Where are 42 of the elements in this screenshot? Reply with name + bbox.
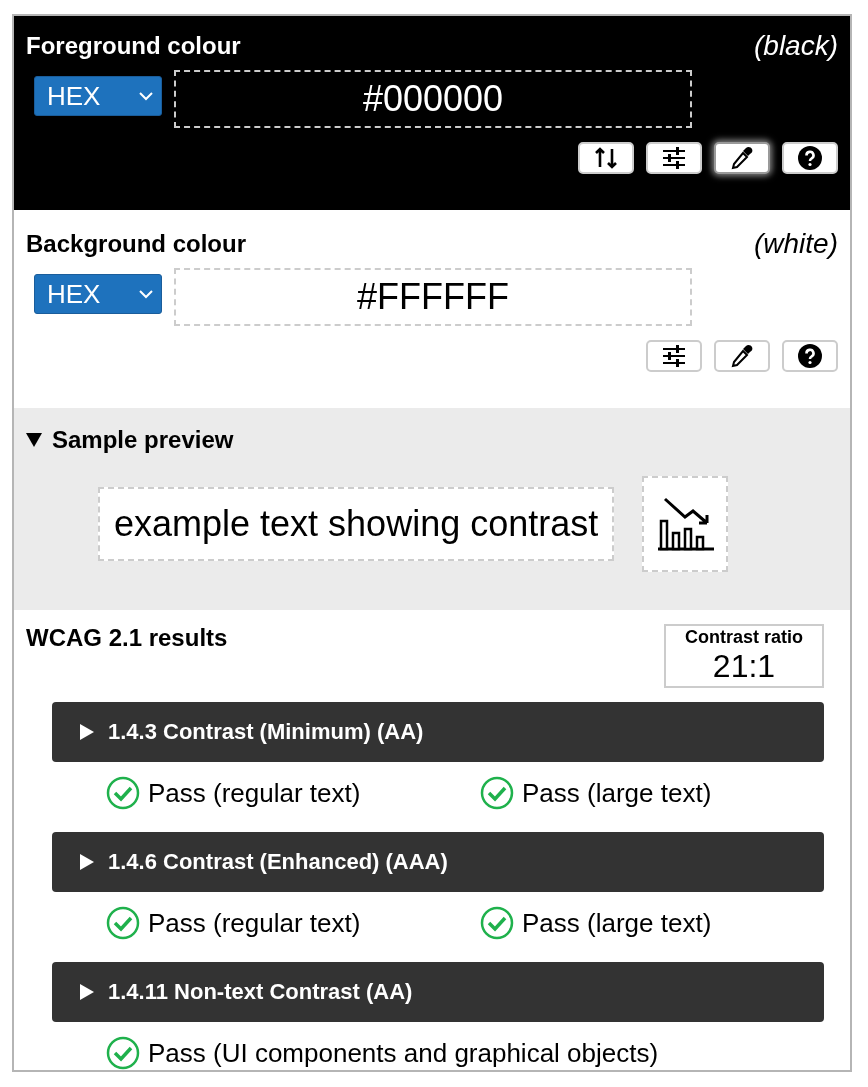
criterion-header[interactable]: 1.4.3 Contrast (Minimum) (AA) (52, 702, 824, 762)
help-icon (797, 145, 823, 171)
help-icon (797, 343, 823, 369)
check-result: Pass (UI components and graphical objects) (148, 1037, 659, 1069)
eyedropper-button[interactable] (714, 142, 770, 174)
help-button[interactable] (782, 340, 838, 372)
format-dropdown[interactable]: HEX (34, 274, 162, 314)
eyedropper-icon (729, 343, 755, 369)
criterion-title: 1.4.11 Non-text Contrast (AA) (108, 979, 413, 1005)
ratio-label: Contrast ratio (685, 627, 803, 648)
sliders-button[interactable] (646, 340, 702, 372)
caret-icon (139, 91, 153, 101)
falling-chart-icon (655, 497, 716, 551)
caret-icon (139, 289, 153, 299)
swap-arrows-icon (593, 145, 619, 171)
format-dropdown[interactable]: HEX (34, 76, 162, 116)
sliders-icon (661, 145, 687, 171)
sample-text: example text showing contrast (98, 487, 615, 561)
eyedropper-icon (729, 145, 755, 171)
sliders-icon (661, 343, 687, 369)
check-result: Pass (large text) (522, 777, 712, 809)
check-result: Pass (regular text) (148, 777, 361, 809)
swap-button[interactable] (578, 142, 634, 174)
sliders-button[interactable] (646, 142, 702, 174)
colour-value-field[interactable]: #000000 (174, 70, 692, 128)
disclosure-triangle-icon[interactable] (26, 433, 42, 447)
section-title: Foreground colour (26, 32, 241, 60)
colour-name: (white) (754, 228, 838, 260)
colour-value-field[interactable]: #FFFFFF (174, 268, 692, 326)
criterion-header[interactable]: 1.4.11 Non-text Contrast (AA) (52, 962, 824, 1022)
eyedropper-button[interactable] (714, 340, 770, 372)
colour-name: (black) (754, 30, 838, 62)
section-title: Background colour (26, 230, 247, 258)
section-title: Sample preview (52, 426, 234, 454)
help-button[interactable] (782, 142, 838, 174)
criterion-title: 1.4.3 Contrast (Minimum) (AA) (108, 719, 424, 745)
section-title: WCAG 2.1 results (26, 624, 228, 652)
criterion-title: 1.4.6 Contrast (Enhanced) (AAA) (108, 849, 448, 875)
criterion-header[interactable]: 1.4.6 Contrast (Enhanced) (AAA) (52, 832, 824, 892)
check-result: Pass (large text) (522, 907, 712, 939)
ratio-value: 21:1 (712, 648, 776, 685)
check-result: Pass (regular text) (148, 907, 361, 939)
